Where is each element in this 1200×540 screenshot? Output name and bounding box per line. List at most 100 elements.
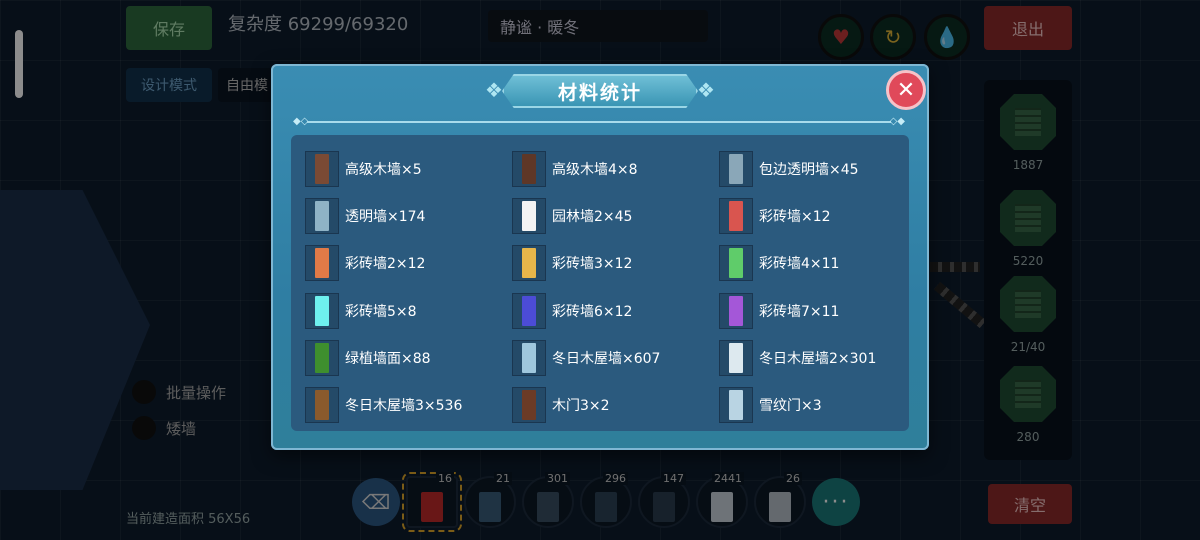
toolbar-slot[interactable]: 16 [402,472,462,532]
material-label: 彩砖墙2×12 [345,256,426,273]
slot-material [711,492,733,522]
refresh-icon[interactable]: ↻ [870,14,916,60]
material-item: 木门3×2 [512,381,719,428]
stone-wall-icon [1000,190,1056,246]
slot-material [421,492,443,522]
material-swatch [315,342,329,373]
category-count: 1887 [1012,158,1044,172]
more-options-button[interactable]: ··· [812,478,860,526]
material-label: 木门3×2 [552,398,610,415]
material-swatch [522,295,536,326]
material-swatch [729,248,743,279]
eraser-icon[interactable]: ⌫ [352,478,400,526]
game-screen: 保存 复杂度 69299/69320 静谧 · 暖冬 ♥ ↻ 💧 退出 设计模式… [0,0,1200,540]
toolbar-slot[interactable]: 296 [580,472,632,528]
category-count: 21/40 [1010,340,1046,354]
material-thumbnail [719,197,753,234]
heart-icon[interactable]: ♥ [818,14,864,60]
toolbar-slot[interactable]: 147 [638,472,690,528]
material-label: 冬日木屋墙×607 [552,350,661,367]
material-item: 冬日木屋墙×607 [512,334,719,381]
material-category[interactable]: 5220 [984,190,1072,268]
material-thumbnail [305,197,339,234]
clear-button[interactable]: 清空 [988,484,1072,524]
material-item: 雪纹门×3 [719,381,905,428]
material-thumbnail [719,150,753,187]
low-wall-label: 矮墙 [166,419,197,438]
material-item: 彩砖墙7×11 [719,287,905,334]
low-wall-option[interactable]: 矮墙 [132,416,196,440]
material-swatch [729,153,743,184]
exit-button[interactable]: 退出 [984,6,1072,50]
material-thumbnail [512,245,546,282]
slot-material [769,492,791,522]
material-swatch [315,295,329,326]
material-swatch [315,200,329,231]
material-label: 雪纹门×3 [759,398,822,415]
scene-name: 静谧 · 暖冬 [488,10,708,42]
toolbar-slot[interactable]: 2441 [696,472,748,528]
ornament-icon: ❖ [485,78,503,102]
material-label: 包边透明墙×45 [759,161,859,178]
material-thumbnail [512,292,546,329]
material-swatch [522,342,536,373]
ornament-icon: ❖ [697,78,715,102]
material-item: 冬日木屋墙2×301 [719,334,905,381]
save-button[interactable]: 保存 [126,6,212,50]
material-item: 冬日木屋墙3×536 [305,381,512,428]
material-category[interactable]: 1887 [984,94,1072,172]
fence-decoration [930,262,980,272]
material-label: 冬日木屋墙3×536 [345,398,463,415]
material-category[interactable]: 21/40 [984,276,1072,354]
material-label: 园林墙2×45 [552,208,633,225]
divider-gem-icon: ◇◆ [889,116,905,127]
slot-material [595,492,617,522]
material-swatch [522,153,536,184]
bottom-toolbar: ⌫ 16 21 301 296 147 2441 26 ··· [352,472,860,532]
slot-count: 16 [436,472,454,485]
furniture-icon [1000,366,1056,422]
slot-count: 301 [545,472,570,485]
complexity-counter: 复杂度 69299/69320 [228,14,409,35]
material-grid: 高级木墙×5 高级木墙4×8 包边透明墙×45 透明墙×174 园林墙2×45 彩砖墙×1… [305,145,905,429]
material-swatch [729,390,743,421]
slot-material [537,492,559,522]
batch-operation-option[interactable]: 批量操作 [132,380,226,404]
dialog-title: 材料统计 [557,81,642,104]
material-thumbnail [719,245,753,282]
material-label: 高级木墙×5 [345,161,422,178]
toolbar-slot[interactable]: 21 [464,472,516,528]
build-area-text: 当前建造面积 56X56 [126,512,251,527]
material-thumbnail [512,387,546,424]
material-label: 高级木墙4×8 [552,161,638,178]
design-mode-button[interactable]: 设计模式 [126,68,212,102]
free-mode-button[interactable]: 自由模 [218,68,274,102]
toolbar-slot[interactable]: 26 [754,472,806,528]
material-swatch [729,200,743,231]
material-label: 冬日木屋墙2×301 [759,350,877,367]
background-terrain [0,190,150,490]
title-divider: ◆◇ ◇◆ [293,116,905,127]
material-swatch [522,200,536,231]
material-item: 彩砖墙×12 [719,192,905,239]
water-drop-icon[interactable]: 💧 [924,14,970,60]
material-item: 透明墙×174 [305,192,512,239]
toolbar-slot[interactable]: 301 [522,472,574,528]
radio-icon [132,380,156,404]
material-category[interactable]: 280 [984,366,1072,444]
material-thumbnail [719,292,753,329]
material-swatch [729,342,743,373]
material-item: 彩砖墙5×8 [305,287,512,334]
slot-count: 147 [661,472,686,485]
right-material-panel: 1887 5220 21/40 280 [984,80,1072,460]
close-icon[interactable]: ✕ [886,70,926,110]
material-label: 绿植墙面×88 [345,350,431,367]
slot-count: 296 [603,472,628,485]
material-label: 彩砖墙6×12 [552,303,633,320]
divider-line [307,121,891,123]
slot-count: 2441 [712,472,744,485]
dialog-title-ribbon: ❖ ❖ 材料统计 [482,74,718,108]
material-thumbnail [305,245,339,282]
side-slider-handle[interactable] [15,30,23,98]
material-label: 透明墙×174 [345,208,426,225]
